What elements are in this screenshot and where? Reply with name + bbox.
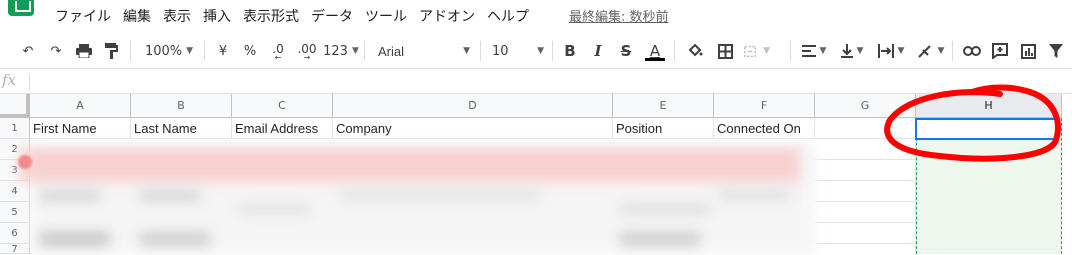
chevron-down-icon: ▼ (186, 46, 194, 56)
font-select[interactable]: Arial ▼ (378, 41, 470, 61)
highlighted-row-redacted (20, 148, 800, 182)
menu-file[interactable]: ファイル (55, 6, 111, 26)
number-format-label: 123 (323, 43, 348, 59)
menu-items: ファイル 編集 表示 挿入 表示形式 データ ツール アドオン ヘルプ (55, 6, 541, 26)
redacted-text (720, 190, 790, 200)
align-left-icon[interactable]: ▼ (800, 41, 828, 61)
currency-format-button[interactable]: ¥ (216, 41, 230, 61)
cell-f1[interactable]: Connected On (714, 118, 815, 139)
redacted-text (40, 190, 100, 202)
italic-button[interactable]: I (590, 41, 606, 61)
last-edit-link[interactable]: 最終編集: 数秒前 (569, 6, 669, 25)
filter-icon[interactable] (1046, 41, 1066, 61)
paint-format-icon[interactable] (102, 41, 122, 61)
print-icon[interactable] (74, 41, 94, 61)
column-header-a[interactable]: A (30, 94, 131, 118)
chevron-down-icon: ▼ (763, 46, 770, 56)
toolbar: ↶ ↷ 100% ▼ ¥ % .0 ← .00 → 123 ▼ Arial ▼ 10 ▼ B… (0, 33, 1072, 69)
cell-e1[interactable]: Position (613, 118, 714, 139)
column-header-b[interactable]: B (131, 94, 232, 118)
link-icon[interactable] (962, 41, 982, 61)
font-size-label: 10 (492, 43, 509, 59)
strikethrough-button[interactable]: S (618, 41, 634, 61)
formula-bar-divider (29, 74, 30, 90)
text-wrap-icon[interactable]: ▼ (876, 41, 906, 61)
chart-icon[interactable] (1018, 41, 1038, 61)
decrease-decimal-button[interactable]: .0 ← (268, 41, 288, 62)
column-header-c[interactable]: C (232, 94, 333, 118)
menu-tools[interactable]: ツール (365, 6, 407, 26)
font-label: Arial (378, 43, 405, 59)
undo-icon[interactable]: ↶ (18, 41, 38, 61)
chevron-down-icon: ▼ (351, 46, 359, 56)
menu-format[interactable]: 表示形式 (243, 6, 299, 26)
bold-button[interactable]: B (562, 41, 578, 61)
vertical-align-icon[interactable]: ▼ (838, 41, 866, 61)
redacted-text (140, 232, 210, 246)
text-rotate-icon[interactable]: ▼ (916, 41, 946, 61)
column-header-d[interactable]: D (333, 94, 613, 118)
menu-help[interactable]: ヘルプ (487, 6, 529, 26)
sheets-logo-icon[interactable] (8, 0, 34, 16)
chevron-down-icon: ▼ (537, 46, 544, 56)
row-header-6[interactable]: 6 (0, 223, 30, 244)
merge-cells-icon[interactable]: ▼ (744, 41, 770, 61)
redacted-text (40, 232, 110, 246)
redacted-text (620, 204, 710, 214)
chevron-down-icon: ▼ (463, 46, 470, 56)
column-header-f[interactable]: F (714, 94, 815, 118)
select-all-corner[interactable] (0, 94, 30, 118)
cell-a1[interactable]: First Name (30, 118, 131, 139)
text-color-button[interactable]: A (645, 41, 665, 61)
menu-bar: ファイル 編集 表示 挿入 表示形式 データ ツール アドオン ヘルプ 最終編集… (0, 0, 1072, 32)
redo-icon[interactable]: ↷ (46, 41, 66, 61)
font-size-select[interactable]: 10 ▼ (492, 41, 544, 61)
percent-format-button[interactable]: % (243, 41, 257, 61)
cell-c1[interactable]: Email Address (232, 118, 333, 139)
number-format-select[interactable]: 123 ▼ (323, 41, 359, 61)
comment-icon[interactable] (990, 41, 1010, 61)
menu-data[interactable]: データ (311, 6, 353, 26)
row-header-7[interactable]: 7 (0, 244, 30, 255)
zoom-select[interactable]: 100% ▼ (144, 41, 194, 61)
arrow-left-icon: ← (274, 53, 282, 62)
redacted-text (140, 190, 200, 202)
redacted-text (240, 204, 310, 214)
zoom-value: 100% (144, 43, 183, 59)
borders-icon[interactable] (716, 41, 734, 61)
column-header-e[interactable]: E (613, 94, 714, 118)
menu-insert[interactable]: 挿入 (203, 6, 231, 26)
fill-color-icon[interactable] (686, 41, 704, 61)
chevron-down-icon: ▼ (856, 46, 864, 56)
row-header-4[interactable]: 4 (0, 181, 30, 202)
arrow-right-icon: → (303, 53, 311, 62)
red-dot-marker (18, 155, 32, 169)
menu-view[interactable]: 表示 (163, 6, 191, 26)
redacted-text (620, 232, 700, 246)
increase-decimal-button[interactable]: .00 → (295, 41, 319, 62)
menu-addons[interactable]: アドオン (419, 6, 475, 26)
red-annotation-circle (884, 84, 1061, 162)
text-color-swatch (645, 57, 665, 61)
cell-b1[interactable]: Last Name (131, 118, 232, 139)
cell-d1[interactable]: Company (333, 118, 613, 139)
chevron-down-icon: ▼ (819, 46, 827, 56)
row-header-5[interactable]: 5 (0, 202, 30, 223)
chevron-down-icon: ▼ (897, 46, 905, 56)
redacted-text (340, 190, 540, 200)
menu-edit[interactable]: 編集 (123, 6, 151, 26)
chevron-down-icon: ▼ (937, 46, 945, 56)
fx-icon: fx (2, 71, 17, 89)
row-header-1[interactable]: 1 (0, 118, 30, 139)
